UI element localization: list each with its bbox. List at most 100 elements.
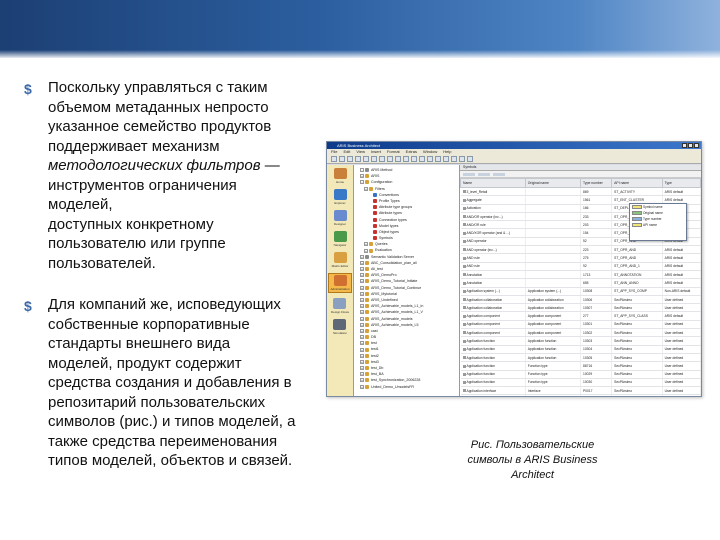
table-row[interactable]: Application function Function type 88716 Se…: [460, 361, 701, 371]
nav-item-home[interactable]: Home: [333, 168, 347, 184]
toolbar-button[interactable]: [467, 156, 473, 162]
toolbar-button[interactable]: [395, 156, 401, 162]
menu-item-view[interactable]: View: [356, 149, 365, 155]
toolbar-button[interactable]: [331, 156, 337, 162]
toolbar-button[interactable]: [443, 156, 449, 162]
toolbar-button[interactable]: [379, 156, 385, 162]
expand-icon[interactable]: +: [360, 174, 364, 179]
expand-icon[interactable]: +: [360, 298, 364, 303]
expand-icon[interactable]: +: [360, 260, 364, 265]
expand-icon[interactable]: +: [360, 267, 364, 272]
table-row[interactable]: Annotation 1713 ST_ANNOTATION ARIS default: [460, 270, 701, 280]
nav-item-designer[interactable]: Designer: [333, 210, 347, 226]
table-row[interactable]: Application collaboration Application col…: [460, 303, 701, 313]
expand-icon[interactable]: +: [360, 322, 364, 327]
menu-item-help[interactable]: Help: [443, 149, 451, 155]
table-row[interactable]: Application component Application compone…: [460, 320, 701, 330]
menu-item-window[interactable]: Window: [423, 149, 437, 155]
table-row[interactable]: Application component Application compone…: [460, 311, 701, 321]
expand-icon[interactable]: +: [360, 341, 364, 346]
expand-icon[interactable]: +: [360, 310, 364, 315]
expand-icon[interactable]: +: [360, 316, 364, 321]
bullet-line: Для компаний же, исповедующих: [48, 296, 281, 313]
expand-icon[interactable]: +: [360, 328, 364, 333]
column-header[interactable]: API name: [611, 178, 663, 188]
menu-item-edit[interactable]: Edit: [343, 149, 350, 155]
table-row[interactable]: Application function Function type 10029 Se…: [460, 370, 701, 379]
table-row[interactable]: AND rule 275 ST_OPR_AND ARIS default: [460, 253, 701, 263]
expand-icon[interactable]: [368, 211, 372, 215]
tree-row[interactable]: + United_Demo_UmodelsFR: [356, 384, 457, 390]
expand-icon[interactable]: +: [360, 347, 364, 352]
expand-icon[interactable]: [368, 193, 372, 197]
expand-icon[interactable]: [368, 199, 372, 203]
expand-icon[interactable]: +: [360, 291, 364, 296]
expand-icon[interactable]: +: [360, 279, 364, 284]
expand-icon[interactable]: +: [360, 378, 364, 383]
toolbar-button[interactable]: [403, 156, 409, 162]
table-row[interactable]: AND rule 92 ST_OPR_AND_1 ARIS default: [460, 262, 701, 271]
table-row[interactable]: Application function Application function…: [460, 353, 701, 363]
expand-icon[interactable]: +: [360, 285, 364, 290]
expand-icon[interactable]: [368, 205, 372, 209]
table-row[interactable]: Application interface Interface P0017 SecPA…: [460, 386, 701, 396]
table-row[interactable]: Application interfaceInterface10025SecPA…: [460, 394, 701, 396]
table-row[interactable]: Application component Application compone…: [460, 328, 701, 338]
expand-icon[interactable]: +: [360, 304, 364, 309]
nav-item-matrix-editor[interactable]: Matrix Editor: [332, 252, 348, 268]
table-row[interactable]: Annotation 655 ST_ANN_ANNO ARIS default: [460, 278, 701, 288]
column-header[interactable]: Type: [661, 178, 701, 188]
table-row[interactable]: Application function Application function…: [460, 345, 701, 354]
cell-text: Application component: [527, 330, 562, 335]
toolbar-button[interactable]: [355, 156, 361, 162]
column-header[interactable]: Original name: [524, 178, 581, 188]
toolbar-button[interactable]: [363, 156, 369, 162]
nav-item-design-flows[interactable]: Design Flows: [331, 298, 349, 314]
table-row[interactable]: Application function Function type 10030 Se…: [460, 378, 701, 388]
toolbar-button[interactable]: [411, 156, 417, 162]
menu-item-insert[interactable]: Insert: [371, 149, 381, 155]
menu-item-extras[interactable]: Extras: [406, 149, 417, 155]
expand-icon[interactable]: +: [360, 335, 364, 340]
nav-item-simulation[interactable]: Simulation: [333, 319, 347, 335]
toolbar-button[interactable]: [419, 156, 425, 162]
expand-icon[interactable]: [368, 236, 372, 240]
expand-icon[interactable]: +: [360, 372, 364, 377]
expand-icon[interactable]: -: [360, 168, 364, 173]
table-row[interactable]: 3_level_Retail 869 ST_ACTIVITY ARIS default: [460, 187, 701, 197]
cell-text: 10301: [582, 322, 593, 327]
toolbar-button[interactable]: [459, 156, 465, 162]
toolbar-button[interactable]: [347, 156, 353, 162]
expand-icon[interactable]: [368, 224, 372, 228]
nav-item-administration[interactable]: Administration: [328, 273, 352, 293]
toolbar-button[interactable]: [371, 156, 377, 162]
expand-icon[interactable]: +: [364, 186, 368, 191]
expand-icon[interactable]: [368, 218, 372, 222]
nav-item-navigator[interactable]: Navigator: [333, 231, 347, 247]
column-header[interactable]: Type number: [579, 178, 613, 188]
menu-item-format[interactable]: Format: [387, 149, 400, 155]
expand-icon[interactable]: +: [360, 353, 364, 358]
expand-icon[interactable]: +: [364, 248, 368, 253]
expand-icon[interactable]: +: [360, 384, 364, 389]
toolbar-button[interactable]: [427, 156, 433, 162]
table-row[interactable]: AND operator (inc...) 223 ST_OPR_AND ARIS d…: [460, 245, 701, 255]
column-header[interactable]: Name: [460, 178, 526, 188]
toolbar-button[interactable]: [339, 156, 345, 162]
table-row[interactable]: Application system (...) Application syst…: [460, 287, 701, 296]
expand-icon[interactable]: +: [360, 359, 364, 364]
toolbar-button[interactable]: [451, 156, 457, 162]
expand-icon[interactable]: +: [360, 254, 364, 259]
table-row[interactable]: Application function Application function…: [460, 336, 701, 346]
table-cell: Application collaboration: [460, 295, 526, 305]
nav-item-explorer[interactable]: Explorer: [333, 189, 347, 205]
expand-icon[interactable]: +: [360, 366, 364, 371]
toolbar-button[interactable]: [387, 156, 393, 162]
expand-icon[interactable]: -: [360, 180, 364, 185]
toolbar-button[interactable]: [435, 156, 441, 162]
menu-item-file[interactable]: File: [331, 149, 337, 155]
table-row[interactable]: Application collaboration Application col…: [460, 295, 701, 305]
expand-icon[interactable]: +: [364, 242, 368, 247]
expand-icon[interactable]: +: [360, 273, 364, 278]
expand-icon[interactable]: [368, 230, 372, 234]
